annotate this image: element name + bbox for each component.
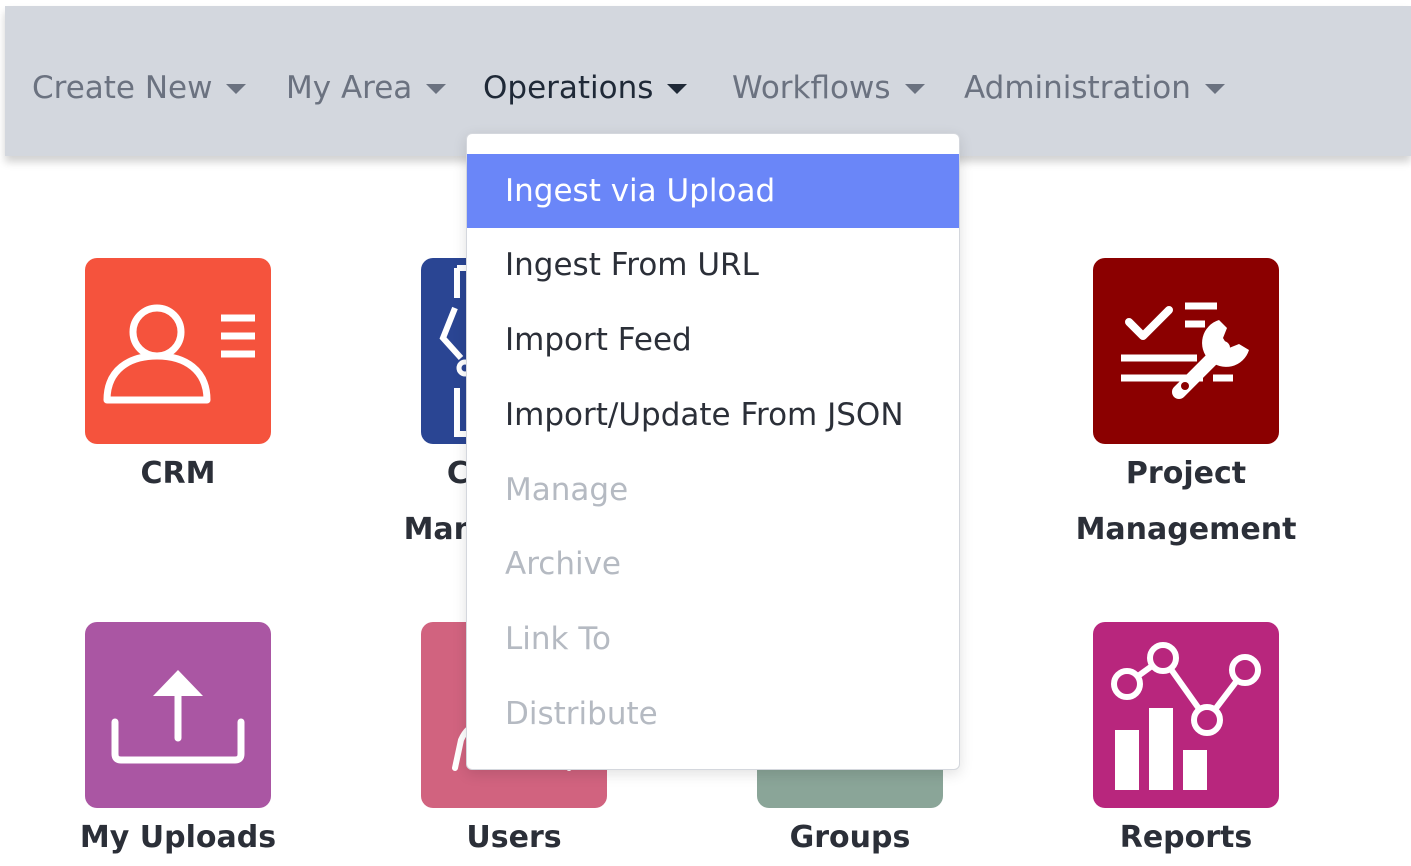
nav-my-area[interactable]: My Area [286, 62, 447, 114]
nav-administration-label: Administration [964, 70, 1191, 106]
chevron-down-icon [667, 84, 688, 94]
tile-reports-label: Reports [1119, 820, 1253, 855]
upload-icon [111, 670, 245, 764]
nav-operations-label: Operations [483, 70, 654, 106]
tile-project-management-label-line2: Management [1075, 512, 1297, 547]
menu-item-distribute: Distribute [505, 696, 658, 732]
nav-create-new[interactable]: Create New [32, 62, 247, 114]
nav-workflows[interactable]: Workflows [732, 62, 925, 114]
nav-my-area-label: My Area [286, 70, 413, 106]
nav-workflows-label: Workflows [732, 70, 891, 106]
reports-chart-icon [1111, 642, 1261, 790]
chevron-down-icon [426, 84, 447, 94]
project-management-icon [1121, 302, 1249, 399]
menu-item-manage: Manage [505, 472, 629, 508]
menu-item-link-to: Link To [505, 621, 611, 657]
menu-item-ingest-from-url[interactable]: Ingest From URL [467, 228, 959, 302]
nav-create-new-label: Create New [32, 70, 213, 106]
tile-project-management[interactable] [1093, 258, 1279, 444]
menu-item-archive: Archive [505, 546, 621, 582]
chevron-down-icon [226, 84, 247, 94]
tile-my-uploads-label: My Uploads [79, 820, 277, 855]
crm-contact-icon [103, 304, 255, 404]
nav-operations[interactable]: Operations [483, 62, 688, 114]
tile-crm[interactable] [85, 258, 271, 444]
tile-my-uploads[interactable] [85, 622, 271, 808]
tile-crm-label: CRM [140, 456, 216, 491]
chevron-down-icon [1204, 84, 1225, 94]
tile-groups-label: Groups [789, 820, 911, 855]
menu-item-import-update-from-json[interactable]: Import/Update From JSON [467, 378, 959, 452]
tile-users-label: Users [466, 820, 562, 855]
menu-item-import-feed[interactable]: Import Feed [467, 303, 959, 377]
operations-dropdown-menu: Ingest via Upload Ingest From URL Import… [466, 133, 960, 770]
nav-administration[interactable]: Administration [964, 62, 1225, 114]
chevron-down-icon [904, 84, 925, 94]
menu-item-ingest-via-upload[interactable]: Ingest via Upload [467, 154, 959, 228]
tile-project-management-label-line1: Project [1125, 456, 1247, 491]
tile-reports[interactable] [1093, 622, 1279, 808]
